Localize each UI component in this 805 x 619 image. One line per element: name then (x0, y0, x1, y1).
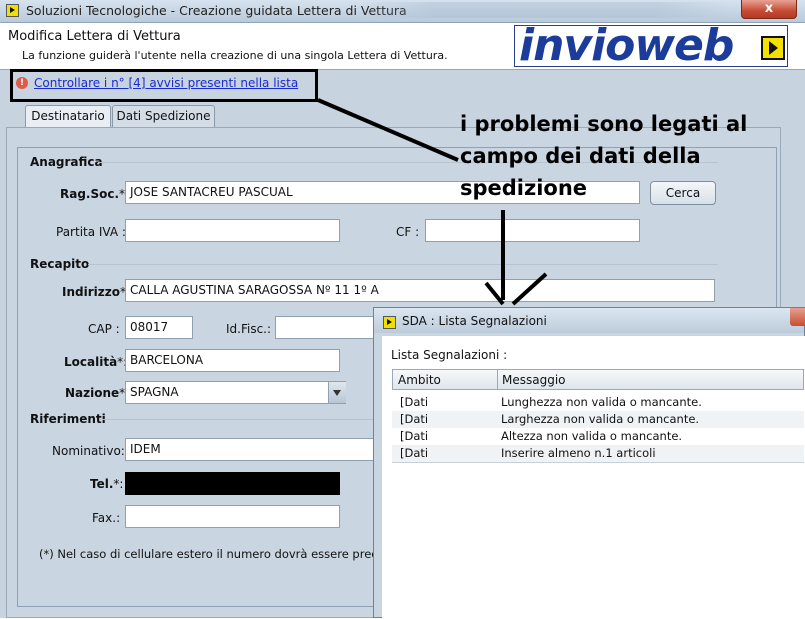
cell-ambito: [Dati (400, 412, 429, 426)
annotation-connector (317, 98, 459, 162)
dialog-title-bar[interactable]: SDA : Lista Segnalazioni (374, 308, 805, 333)
app-icon (383, 316, 396, 329)
table-row[interactable]: [Dati Altezza non valida o mancante. (392, 428, 804, 445)
cell-ambito: [Dati (400, 446, 429, 460)
segnalazioni-dialog: SDA : Lista Segnalazioni Lista Segnalazi… (373, 307, 805, 619)
dialog-close-button[interactable] (790, 308, 805, 326)
table-bottom-line (392, 462, 804, 463)
cell-messaggio: Altezza non valida o mancante. (501, 429, 683, 443)
annotation-arrow-head-right (511, 272, 548, 306)
table-row[interactable]: [Dati Lunghezza non valida o mancante. (392, 394, 804, 411)
cell-messaggio: Lunghezza non valida o mancante. (501, 395, 702, 409)
cell-messaggio: Inserire almeno n.1 articoli (501, 446, 656, 460)
dialog-title: SDA : Lista Segnalazioni (402, 314, 547, 328)
cell-messaggio: Larghezza non valida o mancante. (501, 412, 700, 426)
column-header-messaggio[interactable]: Messaggio (502, 373, 566, 387)
table-row[interactable]: [Dati Larghezza non valida o mancante. (392, 411, 804, 428)
cell-ambito: [Dati (400, 395, 429, 409)
cell-ambito: [Dati (400, 429, 429, 443)
annotation-arrow-head-left (484, 281, 505, 306)
main-window: Soluzioni Tecnologiche - Creazione guida… (0, 0, 805, 619)
column-divider (497, 370, 498, 389)
column-header-ambito[interactable]: Ambito (398, 373, 441, 387)
table-row[interactable]: [Dati Inserire almeno n.1 articoli (392, 445, 804, 462)
list-label: Lista Segnalazioni : (391, 348, 508, 362)
table-header: Ambito Messaggio (392, 369, 804, 390)
